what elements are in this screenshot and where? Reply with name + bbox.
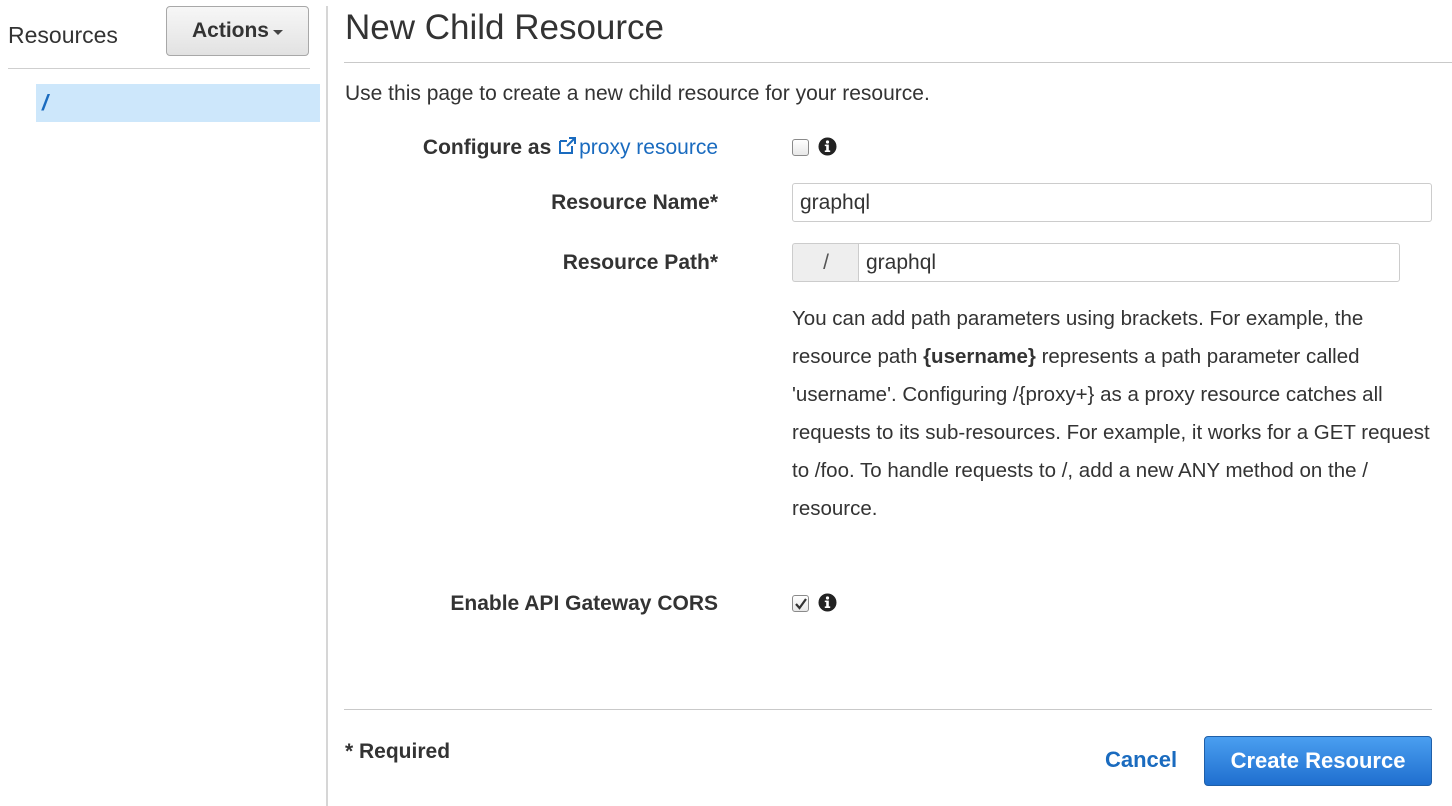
title-divider: [344, 62, 1452, 63]
actions-dropdown-button[interactable]: Actions: [166, 6, 309, 56]
help-part2: represents a path parameter called 'user…: [792, 345, 1430, 520]
caret-down-icon: [273, 30, 283, 35]
cors-checkbox[interactable]: [792, 595, 809, 612]
cancel-button[interactable]: Cancel: [1105, 747, 1177, 773]
info-icon[interactable]: [818, 593, 837, 612]
resource-name-label: Resource Name*: [551, 191, 718, 214]
sidebar-divider: [8, 68, 310, 69]
resource-path-input[interactable]: [858, 243, 1400, 282]
external-link-icon: [559, 137, 577, 154]
footer-divider: [344, 709, 1432, 710]
resources-sidebar: Resources Actions /: [0, 0, 326, 806]
resource-path-label: Resource Path*: [562, 251, 718, 274]
resource-name-input[interactable]: [792, 183, 1432, 222]
proxy-label-prefix: Configure as: [422, 136, 558, 159]
proxy-resource-link[interactable]: proxy resource: [557, 136, 718, 159]
sidebar-splitter[interactable]: [326, 6, 328, 806]
help-bold-example: {username}: [923, 345, 1036, 368]
actions-label: Actions: [191, 19, 269, 42]
path-help-text: You can add path parameters using bracke…: [792, 300, 1432, 528]
info-icon[interactable]: [818, 137, 837, 156]
tree-item-root[interactable]: /: [36, 84, 320, 122]
proxy-checkbox[interactable]: [792, 139, 809, 156]
cors-label: Enable API Gateway CORS: [450, 592, 718, 615]
proxy-link-text: proxy resource: [579, 136, 718, 159]
proxy-label: Configure as proxy resource: [423, 136, 718, 160]
sidebar-title: Resources: [8, 22, 118, 48]
create-resource-button[interactable]: Create Resource: [1204, 736, 1432, 786]
intro-text: Use this page to create a new child reso…: [345, 82, 930, 105]
checkmark-icon: [795, 598, 807, 610]
required-note: * Required: [345, 740, 451, 763]
page-title: New Child Resource: [345, 8, 665, 47]
resource-path-prefix: /: [792, 243, 859, 282]
